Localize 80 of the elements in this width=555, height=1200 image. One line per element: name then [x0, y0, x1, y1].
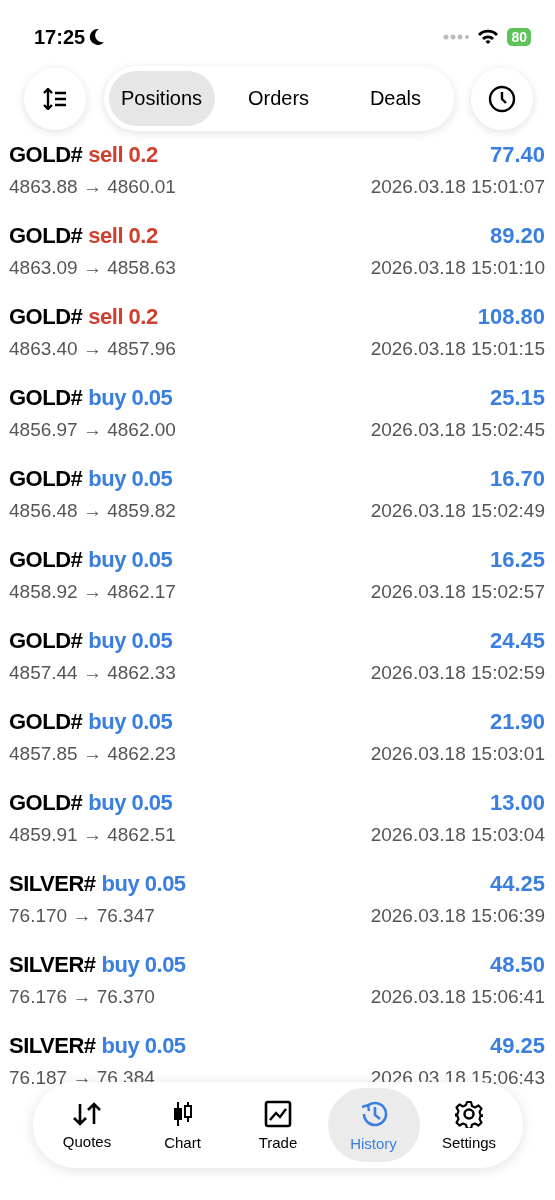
symbol: GOLD#	[9, 142, 83, 168]
prices: 76.176 → 76.370	[9, 986, 155, 1008]
history-button[interactable]	[471, 67, 533, 130]
profit: 16.70	[489, 466, 545, 492]
sort-button[interactable]	[24, 67, 86, 130]
symbol: GOLD#	[9, 709, 83, 735]
tab-bar-item[interactable]: Settings	[423, 1088, 515, 1162]
profit: 49.25	[489, 1033, 545, 1059]
profit: 44.25	[489, 871, 545, 897]
profit: 89.20	[489, 223, 545, 249]
prices: 4863.88 → 4860.01	[9, 176, 176, 198]
symbol: SILVER#	[9, 1033, 96, 1059]
line-chart-icon	[264, 1099, 292, 1128]
clock-icon	[488, 84, 516, 113]
profit: 48.50	[489, 952, 545, 978]
profit: 25.15	[489, 385, 545, 411]
trade-type: sell 0.2	[88, 304, 158, 330]
symbol: GOLD#	[9, 790, 83, 816]
deal-time: 2026.03.18 15:06:39	[370, 905, 545, 927]
status-time: 17:25	[34, 25, 86, 49]
symbol: SILVER#	[9, 952, 96, 978]
deal-time: 2026.03.18 15:01:10	[370, 257, 545, 279]
deal-time: 2026.03.18 15:03:01	[370, 743, 545, 765]
prices: 4858.92 → 4862.17	[9, 581, 176, 603]
candlestick-icon	[171, 1099, 194, 1128]
prices: 4856.97 → 4862.00	[9, 419, 176, 441]
tab-bar-item[interactable]: Chart	[136, 1088, 229, 1162]
trade-type: buy 0.05	[101, 952, 186, 978]
signal-icon	[443, 34, 470, 40]
trade-type: sell 0.2	[88, 142, 158, 168]
symbol: GOLD#	[9, 466, 83, 492]
profit: 21.90	[489, 709, 545, 735]
settings-icon	[455, 1099, 483, 1128]
profit: 13.00	[489, 790, 545, 816]
prices: 4857.44 → 4862.33	[9, 662, 176, 684]
tab-bar-item[interactable]: Trade	[232, 1088, 324, 1162]
profit: 108.80	[477, 304, 545, 330]
profit: 24.45	[489, 628, 545, 654]
deal-time: 2026.03.18 15:02:45	[370, 419, 545, 441]
tab-bar-item[interactable]: Quotes	[41, 1088, 133, 1162]
prices: 4863.40 → 4857.96	[9, 338, 176, 360]
moon-icon	[89, 28, 106, 46]
deal-time: 2026.03.18 15:02:59	[370, 662, 545, 684]
deal-time: 2026.03.18 15:02:57	[370, 581, 545, 603]
battery: 80	[507, 28, 531, 46]
trade-type: buy 0.05	[88, 385, 173, 411]
prices: 4857.85 → 4862.23	[9, 743, 176, 765]
trade-type: buy 0.05	[88, 466, 173, 492]
arrows-icon	[72, 1100, 102, 1127]
symbol: GOLD#	[9, 223, 83, 249]
trade-type: buy 0.05	[101, 1033, 186, 1059]
symbol: GOLD#	[9, 304, 83, 330]
prices: 76.187 → 76.384	[9, 1067, 155, 1089]
deal-time: 2026.03.18 15:03:04	[370, 824, 545, 846]
trade-type: buy 0.05	[101, 871, 186, 897]
symbol: GOLD#	[9, 385, 83, 411]
symbol: SILVER#	[9, 871, 96, 897]
wifi-icon	[477, 29, 500, 45]
symbol: GOLD#	[9, 547, 83, 573]
tab[interactable]: Orders	[225, 71, 332, 126]
profit: 16.25	[489, 547, 545, 573]
prices: 4859.91 → 4862.51	[9, 824, 176, 846]
deal-time: 2026.03.18 15:01:07	[370, 176, 545, 198]
prices: 76.170 → 76.347	[9, 905, 155, 927]
trade-type: buy 0.05	[88, 547, 173, 573]
tab[interactable]: Positions	[108, 71, 215, 126]
deal-time: 2026.03.18 15:02:49	[370, 500, 545, 522]
trade-type: buy 0.05	[88, 790, 173, 816]
symbol: GOLD#	[9, 628, 83, 654]
tab[interactable]: Deals	[342, 71, 449, 126]
prices: 4856.48 → 4859.82	[9, 500, 176, 522]
prices: 4863.09 → 4858.63	[9, 257, 176, 279]
profit: 77.40	[489, 142, 545, 168]
deal-time: 2026.03.18 15:01:15	[370, 338, 545, 360]
sort-icon	[42, 87, 68, 110]
trade-type: buy 0.05	[88, 709, 173, 735]
trade-type: sell 0.2	[88, 223, 158, 249]
trade-type: buy 0.05	[88, 628, 173, 654]
deal-time: 2026.03.18 15:06:41	[370, 986, 545, 1008]
deal-time: 2026.03.18 15:06:43	[370, 1067, 545, 1089]
